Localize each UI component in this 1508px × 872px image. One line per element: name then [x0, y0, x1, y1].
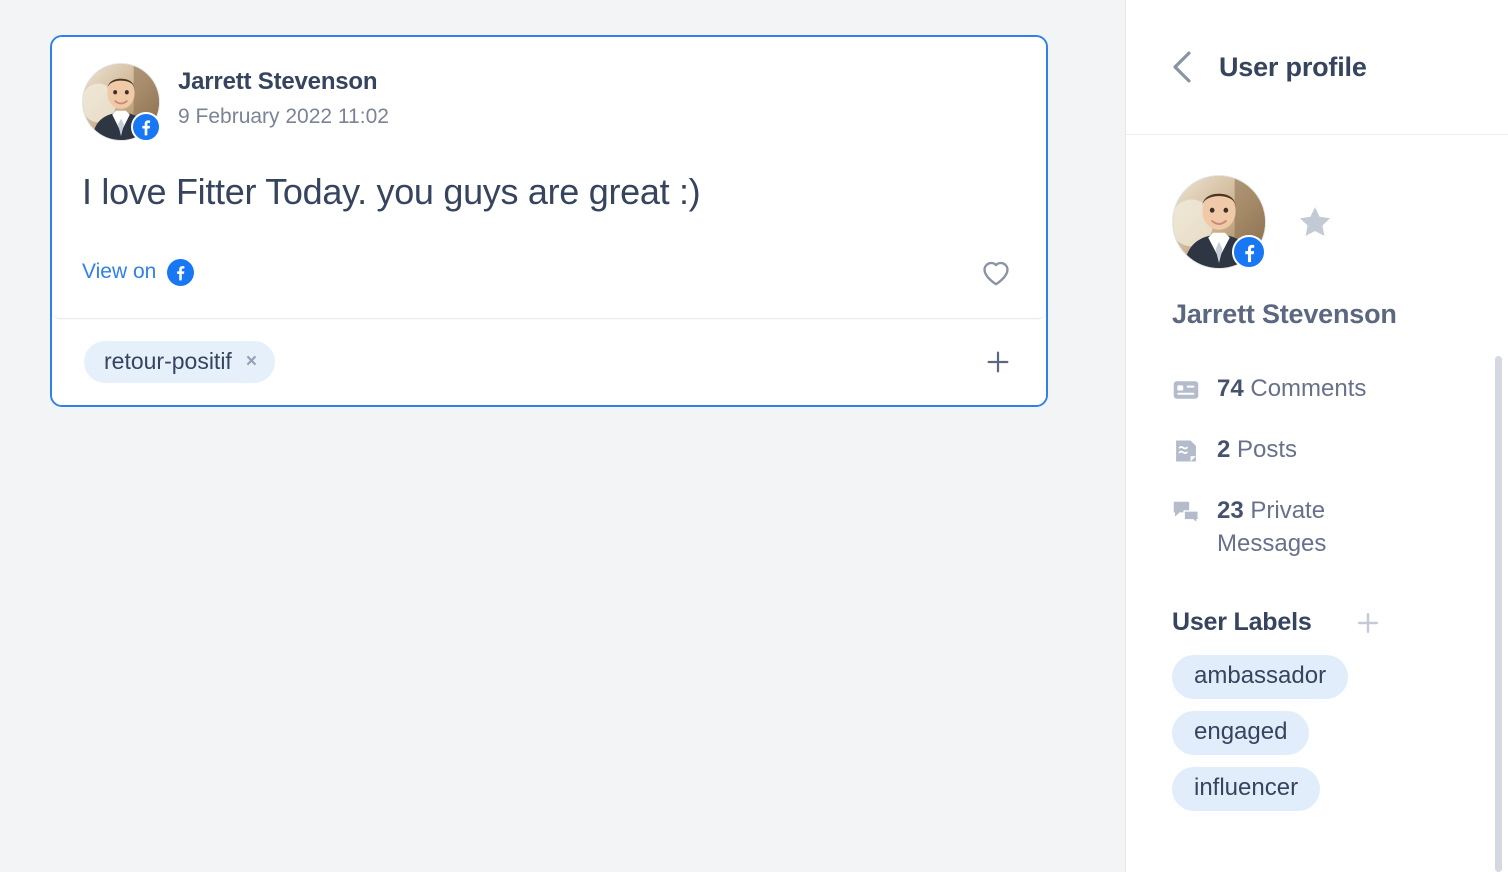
stat-private-messages[interactable]: 23 Private Messages: [1172, 494, 1463, 560]
user-labels-list: ambassador engaged influencer: [1172, 655, 1463, 823]
post-author-meta: Jarrett Stevenson 9 February 2022 11:02: [178, 63, 389, 128]
post-header: Jarrett Stevenson 9 February 2022 11:02: [82, 63, 1016, 142]
post-date: 9 February 2022 11:02: [178, 105, 389, 129]
view-on-label: View on: [82, 260, 157, 283]
stat-posts[interactable]: 2 Posts: [1172, 433, 1463, 466]
plus-icon: [1354, 609, 1382, 637]
user-labels-title: User Labels: [1172, 608, 1312, 637]
panel-body: Jarrett Stevenson 74 Comments 2 Posts 23…: [1126, 135, 1508, 823]
profile-avatar-wrap[interactable]: [1172, 175, 1266, 269]
user-label-chip[interactable]: ambassador: [1172, 655, 1349, 700]
stat-label: Posts: [1237, 436, 1298, 464]
private-message-icon: [1172, 498, 1200, 526]
post-author-avatar-wrap[interactable]: [82, 63, 161, 142]
stat-label: Comments: [1250, 375, 1367, 402]
favorite-button[interactable]: [1296, 203, 1334, 241]
profile-stats: 74 Comments 2 Posts 23 Private Messages: [1172, 372, 1463, 560]
facebook-badge-icon: [1232, 235, 1266, 269]
label-row: influencer: [1172, 767, 1463, 823]
stat-text: 23 Private Messages: [1217, 494, 1407, 560]
tag-label: retour-positif: [104, 348, 232, 374]
back-button[interactable]: [1171, 50, 1193, 84]
star-icon: [1296, 203, 1334, 241]
stat-text: 74 Comments: [1217, 372, 1366, 405]
post-document-icon: [1172, 437, 1200, 465]
tag-chip[interactable]: retour-positif ×: [84, 341, 275, 383]
stat-count: 74: [1217, 375, 1244, 402]
post-body: Jarrett Stevenson 9 February 2022 11:02 …: [52, 37, 1046, 319]
label-row: engaged: [1172, 711, 1463, 767]
like-button[interactable]: [976, 252, 1016, 292]
post-footer: View on: [82, 252, 1016, 308]
label-row: ambassador: [1172, 655, 1463, 711]
tags-list: retour-positif ×: [84, 341, 275, 383]
stat-count: 23: [1217, 497, 1244, 525]
comment-card-icon: [1172, 376, 1200, 404]
post-tags-strip: retour-positif ×: [52, 319, 1046, 405]
facebook-badge-icon: [131, 112, 161, 142]
facebook-icon: [167, 258, 195, 286]
stat-count: 2: [1217, 436, 1231, 464]
stat-text: 2 Posts: [1217, 433, 1297, 466]
panel-title: User profile: [1219, 51, 1367, 82]
user-label-chip[interactable]: engaged: [1172, 711, 1310, 756]
post-card[interactable]: Jarrett Stevenson 9 February 2022 11:02 …: [50, 35, 1048, 407]
post-text: I love Fitter Today. you guys are great …: [82, 171, 701, 212]
user-labels-header: User Labels: [1172, 608, 1463, 637]
profile-identity-row: [1172, 175, 1463, 269]
add-label-button[interactable]: [1354, 609, 1382, 637]
tag-remove-icon[interactable]: ×: [246, 352, 257, 371]
add-tag-button[interactable]: [978, 342, 1018, 382]
main-content-area: Jarrett Stevenson 9 February 2022 11:02 …: [0, 0, 1125, 872]
app-root: Jarrett Stevenson 9 February 2022 11:02 …: [0, 0, 1508, 872]
heart-icon: [980, 257, 1012, 287]
view-on-link[interactable]: View on: [82, 258, 195, 286]
stat-comments[interactable]: 74 Comments: [1172, 372, 1463, 405]
post-author-name: Jarrett Stevenson: [178, 68, 378, 95]
user-profile-panel: User profile Jarrett Stevenson 74 Commen…: [1125, 0, 1508, 872]
profile-name: Jarrett Stevenson: [1172, 299, 1397, 329]
user-label-chip[interactable]: influencer: [1172, 767, 1321, 812]
panel-header: User profile: [1126, 0, 1508, 135]
panel-scrollbar[interactable]: [1495, 356, 1502, 872]
chevron-left-icon: [1171, 50, 1193, 84]
plus-icon: [984, 348, 1012, 376]
